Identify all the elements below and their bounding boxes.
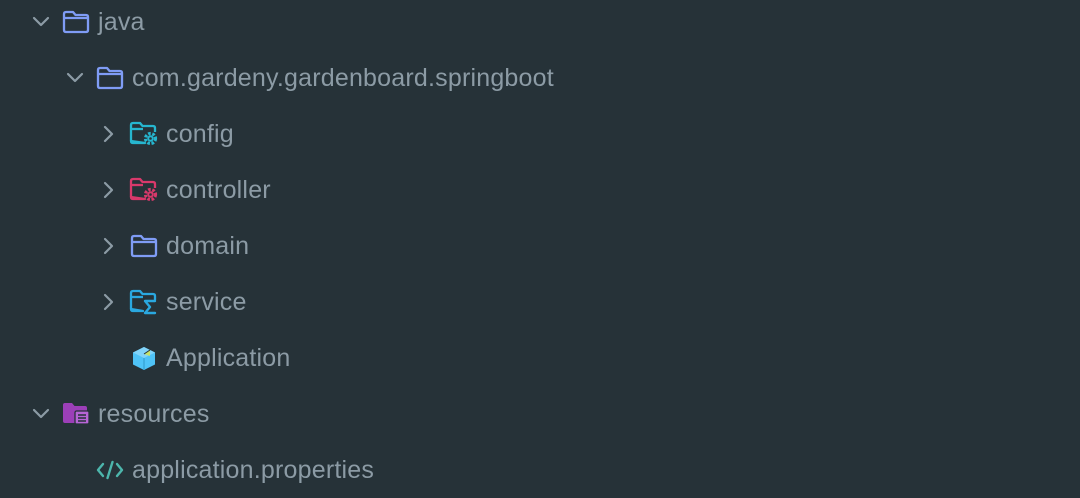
properties-file-icon	[94, 454, 126, 486]
folder-icon	[60, 6, 92, 38]
tree-item-label: application.properties	[132, 456, 375, 484]
tree-item-label: controller	[166, 176, 271, 204]
chevron-right-icon[interactable]	[98, 235, 120, 257]
tree-item-label: java	[98, 8, 145, 36]
chevron-right-icon[interactable]	[98, 291, 120, 313]
project-tree: java com.gardeny.gardenboard.springboot …	[0, 0, 1080, 498]
spring-boot-application-icon	[128, 342, 160, 374]
tree-item-config[interactable]: config	[0, 106, 1080, 162]
controller-folder-icon	[128, 174, 160, 206]
chevron-down-icon[interactable]	[64, 67, 86, 89]
chevron-right-icon[interactable]	[98, 179, 120, 201]
chevron-right-icon[interactable]	[98, 123, 120, 145]
tree-item-application[interactable]: Application	[0, 330, 1080, 386]
tree-item-service[interactable]: service	[0, 274, 1080, 330]
tree-item-label: service	[166, 288, 247, 316]
folder-icon	[128, 230, 160, 262]
tree-item-label: Application	[166, 344, 291, 372]
tree-item-label: domain	[166, 232, 250, 260]
tree-item-application-properties[interactable]: application.properties	[0, 442, 1080, 498]
tree-item-java[interactable]: java	[0, 0, 1080, 50]
tree-item-resources[interactable]: resources	[0, 386, 1080, 442]
chevron-down-icon[interactable]	[30, 403, 52, 425]
config-folder-icon	[128, 118, 160, 150]
chevron-down-icon[interactable]	[30, 11, 52, 33]
tree-item-controller[interactable]: controller	[0, 162, 1080, 218]
resources-folder-icon	[60, 398, 92, 430]
tree-item-label: resources	[98, 400, 210, 428]
tree-item-label: config	[166, 120, 234, 148]
tree-item-package[interactable]: com.gardeny.gardenboard.springboot	[0, 50, 1080, 106]
tree-item-domain[interactable]: domain	[0, 218, 1080, 274]
folder-icon	[94, 62, 126, 94]
tree-item-label: com.gardeny.gardenboard.springboot	[132, 64, 554, 92]
service-folder-icon	[128, 286, 160, 318]
